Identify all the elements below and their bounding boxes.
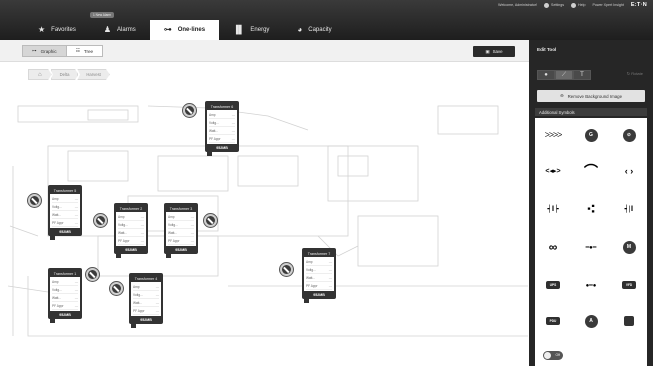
rotate-button[interactable]: ↻ Rotate bbox=[627, 71, 643, 76]
welcome-text: Welcome, Administrator! bbox=[498, 3, 538, 7]
disconnect-symbol[interactable] bbox=[28, 194, 41, 207]
transformer-card[interactable]: Transformer 4 Amp — Voltg... — Watt... — PF… bbox=[129, 273, 163, 328]
crumb-delta[interactable]: Delta bbox=[50, 69, 79, 80]
utility-bar: Welcome, Administrator! Settings Help Po… bbox=[498, 2, 647, 8]
transformer-card[interactable]: Transformer 7 Amp — Voltg... — Watt... — PF… bbox=[302, 248, 336, 303]
busbar-symbol[interactable]: ━●━ bbox=[577, 236, 605, 258]
edit-tool-panel: Edit Tool ● ⟋ T ↻ Rotate ⊖ Remove Backgro… bbox=[529, 40, 653, 366]
text-icon[interactable]: T bbox=[573, 70, 591, 80]
capacitor-symbol[interactable]: ┥‖┝ bbox=[539, 198, 567, 220]
pin-icon[interactable]: ● bbox=[537, 70, 555, 80]
tab-capacity[interactable]: ◕ Capacity bbox=[283, 20, 345, 40]
motor-symbol[interactable]: M bbox=[615, 236, 643, 258]
settings-link[interactable]: Settings bbox=[544, 2, 564, 8]
view-toolbar: ⊶ Graphic ☷ Tree ▣ Save bbox=[0, 40, 529, 62]
graphic-icon: ⊶ bbox=[32, 48, 37, 53]
app-window: Welcome, Administrator! Settings Help Po… bbox=[0, 0, 653, 366]
transformer-card[interactable]: Transformer 6 Amp — Voltg... — Watt... — PF… bbox=[205, 101, 239, 156]
view-switch: ⊶ Graphic ☷ Tree bbox=[22, 45, 104, 57]
disconnect-symbol[interactable] bbox=[86, 268, 99, 281]
help-link[interactable]: Help bbox=[571, 2, 585, 8]
breadcrumb: ⌂ Delta Harvest bbox=[28, 69, 110, 80]
bar-chart-icon: ▐▌ bbox=[233, 25, 245, 34]
disconnect-symbol[interactable] bbox=[204, 214, 217, 227]
product-name: Power Xpert Insight bbox=[592, 3, 624, 7]
arrows-symbol[interactable]: ‹ › bbox=[615, 160, 643, 182]
remove-background-button[interactable]: ⊖ Remove Background Image bbox=[537, 90, 645, 102]
crumb-harvest[interactable]: Harvest bbox=[77, 69, 110, 80]
pie-icon: ◕ bbox=[297, 25, 303, 34]
coupling-symbol[interactable]: ∞ bbox=[539, 236, 567, 258]
brand-logo: E:T·N bbox=[630, 2, 647, 8]
disconnect-symbol[interactable] bbox=[183, 104, 196, 117]
alarm-badge[interactable]: 1 New Alarm bbox=[90, 12, 115, 18]
gear-icon bbox=[544, 2, 550, 8]
save-icon: ▣ bbox=[485, 48, 490, 54]
help-icon bbox=[571, 2, 577, 8]
additional-symbols-header: Additional Symbols bbox=[535, 108, 647, 116]
tab-one-lines[interactable]: ⊶ One-lines bbox=[149, 20, 220, 40]
no-symbol[interactable]: ⊘ bbox=[615, 124, 643, 146]
star-icon: ★ bbox=[38, 25, 46, 34]
symbols-grid: ᐳᐳᐳᐳ G ⊘ <◂▸> ⌒ ‹ › ┥‖┝ ⁖ ┥|‖ ∞ ━●━ M UP… bbox=[535, 118, 647, 366]
disconnect-symbol[interactable] bbox=[280, 263, 293, 276]
cable-symbol[interactable]: <◂▸> bbox=[539, 160, 567, 182]
bell-icon: ♟ bbox=[103, 25, 112, 34]
transformer-card[interactable]: Transformer 1 Amp — Voltg... — Watt... — PF… bbox=[48, 268, 82, 323]
wire-symbol[interactable]: ᐳᐳᐳᐳ bbox=[539, 124, 567, 146]
edit-tools: ● ⟋ T bbox=[537, 70, 591, 80]
transformer-card[interactable]: Transformer 5 Amp — Voltg... — Watt... — PF… bbox=[48, 185, 82, 240]
battery-symbol[interactable]: ┥|‖ bbox=[615, 198, 643, 220]
tree-icon: ☷ bbox=[75, 48, 80, 53]
graphic-view-button[interactable]: ⊶ Graphic bbox=[22, 45, 67, 57]
toggle-symbol[interactable]: Off bbox=[539, 344, 567, 366]
arc-symbol[interactable]: ⌒ bbox=[577, 160, 605, 182]
floor-plan bbox=[8, 105, 528, 337]
tab-favorites[interactable]: ★ Favorites bbox=[24, 20, 90, 40]
home-icon: ⌂ bbox=[38, 71, 42, 78]
generator-symbol[interactable]: G bbox=[577, 124, 605, 146]
vfd-symbol[interactable]: VFD bbox=[615, 274, 643, 296]
transformer-card[interactable]: Transformer 3 Amp — Voltg... — Watt... — PF… bbox=[164, 203, 198, 258]
ups-symbol[interactable]: UPS bbox=[539, 274, 567, 296]
disconnect-symbol[interactable] bbox=[110, 282, 123, 295]
transformer-card[interactable]: Transformer 2 Amp — Voltg... — Watt... — PF… bbox=[114, 203, 148, 258]
pdu-symbol[interactable]: PDU bbox=[539, 310, 567, 332]
one-line-canvas[interactable]: Transformer 6 Amp — Voltg... — Watt... — PF… bbox=[8, 86, 528, 366]
one-line-icon: ⊶ bbox=[163, 25, 172, 34]
panel-title: Edit Tool bbox=[537, 47, 557, 52]
tab-energy[interactable]: ▐▌ Energy bbox=[219, 20, 283, 40]
home-crumb[interactable]: ⌂ bbox=[28, 69, 52, 80]
dots-symbol[interactable]: ⁖ bbox=[577, 198, 605, 220]
top-header: Welcome, Administrator! Settings Help Po… bbox=[0, 0, 653, 40]
remove-icon: ⊖ bbox=[559, 93, 564, 98]
disconnect-symbol[interactable] bbox=[94, 214, 107, 227]
main-tabs: ★ Favorites ♟ Alarms ⊶ One-lines ▐▌ Energy ◕… bbox=[24, 20, 346, 40]
link-symbol[interactable]: ●━● bbox=[577, 274, 605, 296]
tree-view-button[interactable]: ☷ Tree bbox=[66, 45, 104, 57]
save-button[interactable]: ▣ Save bbox=[473, 46, 515, 57]
ammeter-symbol[interactable]: A bbox=[577, 310, 605, 332]
line-icon[interactable]: ⟋ bbox=[555, 70, 573, 80]
tab-alarms[interactable]: ♟ Alarms bbox=[90, 20, 150, 40]
block-symbol[interactable] bbox=[615, 310, 643, 332]
